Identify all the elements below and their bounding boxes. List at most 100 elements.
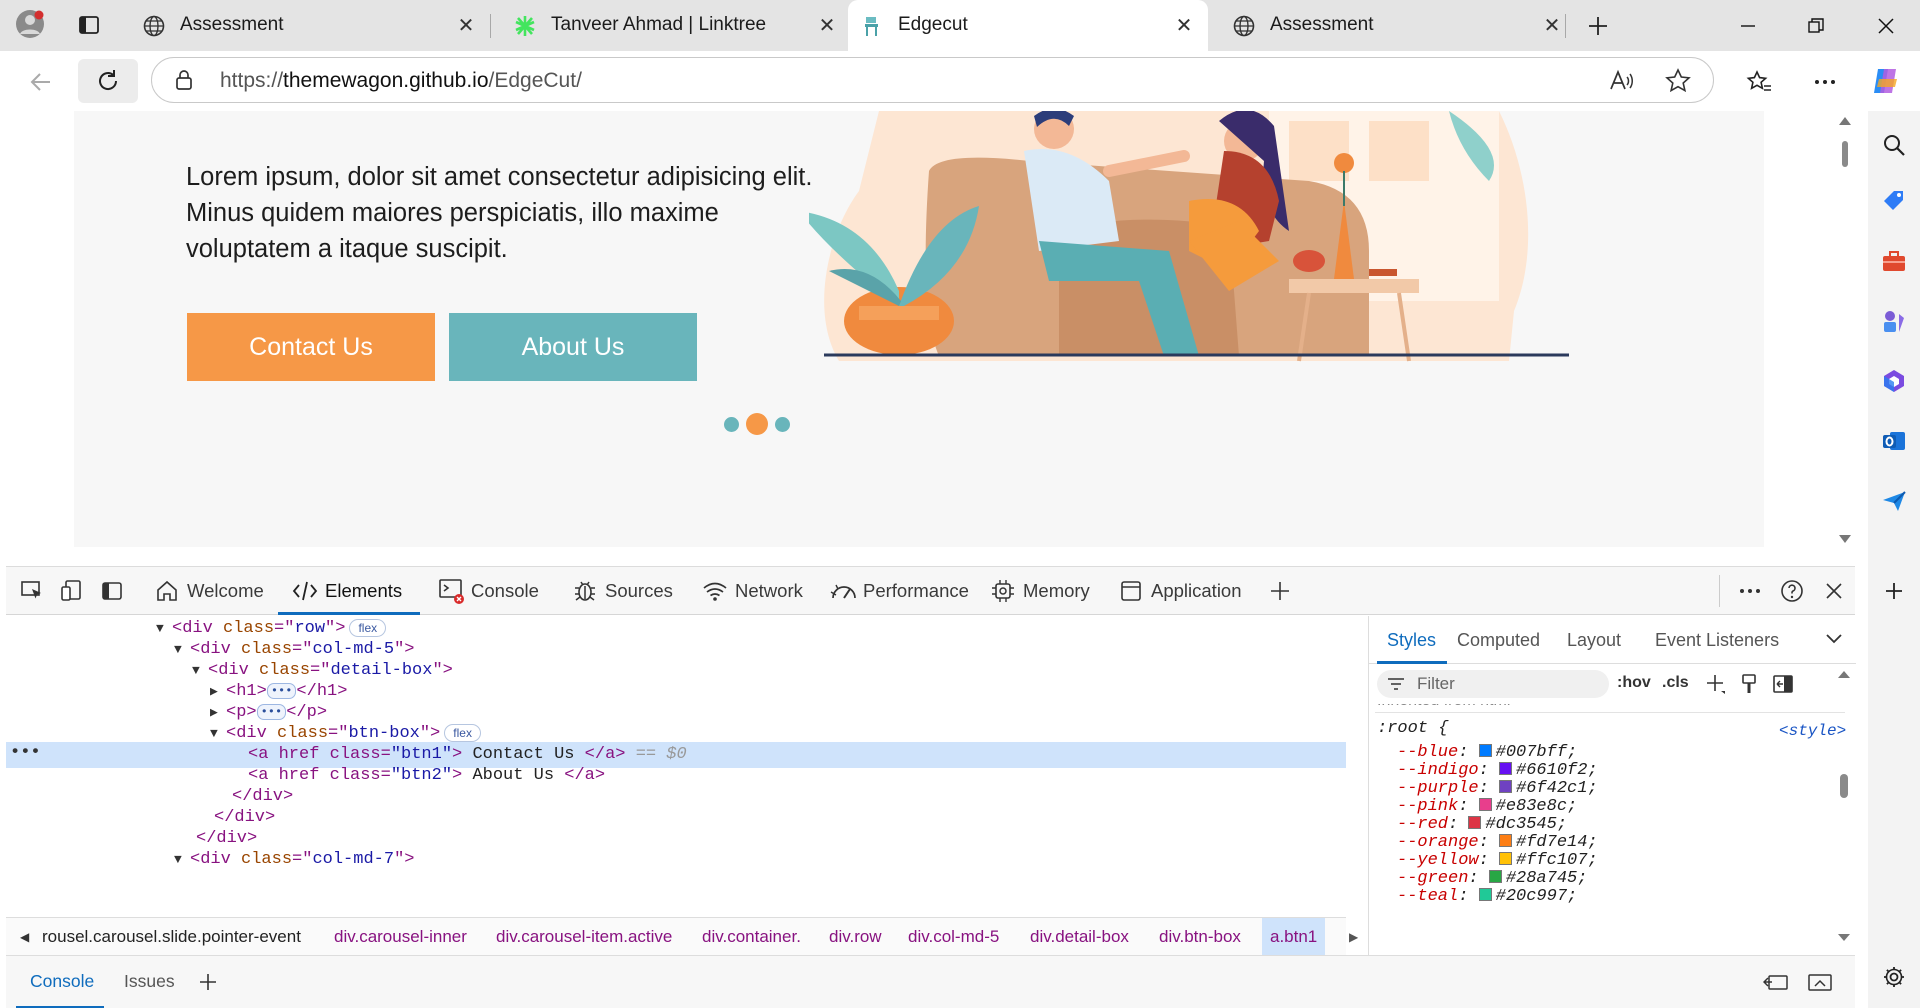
color-swatch[interactable] xyxy=(1499,762,1513,775)
device-emulation-icon[interactable] xyxy=(58,577,86,605)
games-chess-icon[interactable] xyxy=(1880,307,1908,335)
add-sidebar-app-icon[interactable] xyxy=(1880,577,1908,605)
styles-tab-event-listeners[interactable]: Event Listeners xyxy=(1655,630,1779,651)
carousel-indicator-2[interactable] xyxy=(746,413,768,435)
breadcrumb-item[interactable]: div.btn-box xyxy=(1159,927,1241,947)
flex-badge[interactable]: flex xyxy=(444,723,481,742)
close-tab-icon[interactable]: ✕ xyxy=(815,13,839,37)
quick-view-toggle-icon[interactable] xyxy=(1762,970,1790,994)
more-tools-plus-icon[interactable] xyxy=(1266,577,1294,605)
devtools-tab-memory[interactable]: Memory xyxy=(990,567,1090,615)
carousel-indicator-3[interactable] xyxy=(775,417,790,432)
tab-assessment-1[interactable]: Assessment ✕ xyxy=(122,0,482,51)
color-swatch[interactable] xyxy=(1478,888,1492,901)
address-bar[interactable]: https://themewagon.github.io/EdgeCut/ xyxy=(151,57,1714,103)
about-us-button[interactable]: About Us xyxy=(449,313,697,381)
chevron-down-icon[interactable] xyxy=(1823,628,1845,650)
drawer-tab-issues[interactable]: Issues xyxy=(124,971,175,992)
drawer-add-tab-icon[interactable] xyxy=(196,970,220,994)
send-drop-icon[interactable] xyxy=(1880,487,1908,515)
styles-scrollbar[interactable] xyxy=(1835,664,1853,955)
styles-filter-input[interactable]: Filter xyxy=(1377,670,1609,698)
toggle-sidebar-icon[interactable] xyxy=(98,577,126,605)
sidebar-settings-gear-icon[interactable] xyxy=(1880,963,1908,991)
more-menu-icon[interactable] xyxy=(1810,67,1840,97)
devtools-tab-performance[interactable]: Performance xyxy=(830,567,969,615)
hover-state-toggle[interactable]: :hov xyxy=(1617,674,1651,692)
devtools-tab-elements[interactable]: Elements xyxy=(278,567,421,615)
breadcrumb-item[interactable]: div.detail-box xyxy=(1030,927,1129,947)
microsoft-365-icon[interactable] xyxy=(1880,367,1908,395)
new-tab-icon[interactable] xyxy=(1584,12,1612,40)
collapsed-ellipsis[interactable]: ••• xyxy=(266,682,297,699)
computed-sidebar-toggle-icon[interactable] xyxy=(1771,672,1795,696)
root-selector[interactable]: :root { xyxy=(1377,718,1448,740)
breadcrumb-item[interactable]: div.carousel-inner xyxy=(334,927,467,947)
carousel-indicator-1[interactable] xyxy=(724,417,739,432)
favorites-icon[interactable] xyxy=(1744,67,1774,97)
tab-edgecut[interactable]: Edgecut ✕ xyxy=(848,0,1208,51)
refresh-icon[interactable] xyxy=(78,59,138,103)
class-toggle[interactable]: .cls xyxy=(1662,674,1689,692)
devtools-more-icon[interactable] xyxy=(1736,577,1764,605)
css-variable-value[interactable]: #20c997; xyxy=(1496,887,1578,906)
close-devtools-icon[interactable] xyxy=(1820,577,1848,605)
back-icon[interactable] xyxy=(26,67,56,97)
tab-linktree[interactable]: Tanveer Ahmad | Linktree ✕ xyxy=(493,0,845,51)
restore-icon[interactable] xyxy=(1802,12,1830,40)
styles-tab-styles[interactable]: Styles xyxy=(1387,630,1436,651)
breadcrumb-scroll-right-icon[interactable]: ▶ xyxy=(1349,930,1358,944)
close-window-icon[interactable] xyxy=(1872,12,1900,40)
css-variable-row[interactable]: --teal: #20c997; xyxy=(1397,886,1577,908)
tab-assessment-2[interactable]: Assessment ✕ xyxy=(1212,0,1570,51)
outlook-icon[interactable] xyxy=(1880,427,1908,455)
breadcrumb-item[interactable]: rousel.carousel.slide.pointer-event xyxy=(42,927,301,947)
devtools-tab-welcome[interactable]: Welcome xyxy=(154,567,264,615)
copilot-icon[interactable] xyxy=(1868,63,1904,99)
contact-us-button[interactable]: Contact Us xyxy=(187,313,435,381)
color-swatch[interactable] xyxy=(1499,834,1513,847)
breadcrumb-item[interactable]: div.col-md-5 xyxy=(908,927,999,947)
breadcrumb-item[interactable]: div.container. xyxy=(702,927,801,947)
color-swatch[interactable] xyxy=(1478,798,1492,811)
help-icon[interactable] xyxy=(1778,577,1806,605)
search-icon[interactable] xyxy=(1880,131,1908,159)
devtools-tab-application[interactable]: Application xyxy=(1118,567,1242,615)
shopping-tag-icon[interactable] xyxy=(1880,187,1908,215)
profile-avatar[interactable] xyxy=(14,8,46,40)
drawer-tab-console[interactable]: Console xyxy=(30,971,94,992)
breadcrumb-item-active[interactable]: a.btn1 xyxy=(1262,918,1326,956)
dock-drawer-icon[interactable] xyxy=(1806,970,1834,994)
close-tab-icon[interactable]: ✕ xyxy=(1540,13,1564,37)
color-swatch[interactable] xyxy=(1499,852,1513,865)
color-swatch[interactable] xyxy=(1478,744,1492,757)
tools-briefcase-icon[interactable] xyxy=(1880,247,1908,275)
minimize-icon[interactable] xyxy=(1734,12,1762,40)
read-aloud-icon[interactable] xyxy=(1608,68,1636,94)
tab-actions-icon[interactable] xyxy=(76,12,102,38)
page-scrollbar[interactable] xyxy=(1835,111,1855,558)
css-variable-name[interactable]: --teal xyxy=(1397,887,1458,906)
close-tab-icon[interactable]: ✕ xyxy=(454,13,478,37)
breadcrumb-scroll-left-icon[interactable]: ◀ xyxy=(20,930,29,944)
browser-tab-bar: Assessment ✕ Tanveer Ahmad | Linktree ✕ … xyxy=(0,0,1920,51)
new-style-rule-icon[interactable] xyxy=(1704,672,1728,696)
styles-tab-layout[interactable]: Layout xyxy=(1567,630,1621,651)
devtools-tab-sources[interactable]: Sources xyxy=(572,567,673,615)
inspect-element-icon[interactable] xyxy=(18,577,46,605)
color-swatch[interactable] xyxy=(1488,870,1502,883)
collapsed-ellipsis[interactable]: ••• xyxy=(256,703,287,720)
devtools-tab-console[interactable]: Console xyxy=(438,567,539,615)
styles-tab-computed[interactable]: Computed xyxy=(1457,630,1540,651)
paint-brush-icon[interactable] xyxy=(1737,672,1761,696)
breadcrumb-item[interactable]: div.carousel-item.active xyxy=(496,927,672,947)
flex-badge[interactable]: flex xyxy=(349,618,387,637)
favorite-star-icon[interactable] xyxy=(1664,68,1692,94)
dom-node-col-md-7[interactable]: ▼ <div class="col-md-7"> xyxy=(6,847,1346,873)
close-tab-icon[interactable]: ✕ xyxy=(1172,13,1196,37)
breadcrumb-item[interactable]: div.row xyxy=(829,927,882,947)
color-swatch[interactable] xyxy=(1468,816,1482,829)
devtools-tab-network[interactable]: Network xyxy=(702,567,803,615)
lock-icon[interactable] xyxy=(172,68,196,92)
color-swatch[interactable] xyxy=(1499,780,1513,793)
